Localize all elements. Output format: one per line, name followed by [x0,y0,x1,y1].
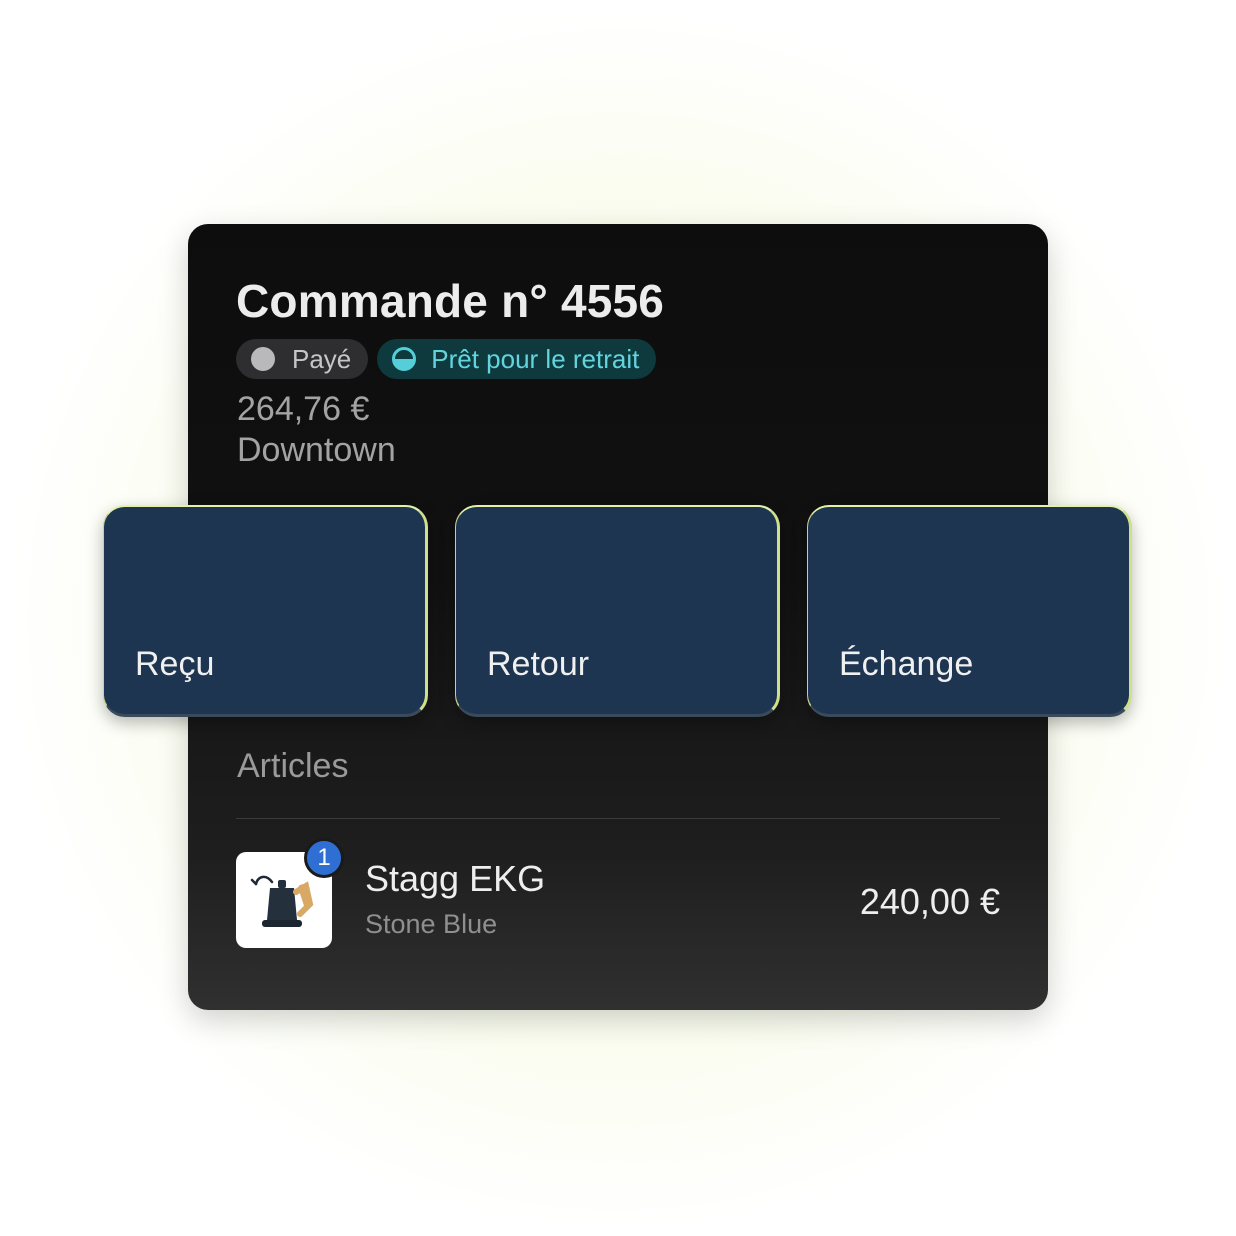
status-badges: Payé Prêt pour le retrait [236,339,657,379]
fulfillment-status-label: Prêt pour le retrait [431,343,640,374]
half-circle-icon [392,347,417,371]
product-variant: Stone Blue [365,909,498,939]
articles-divider [236,818,1000,819]
exchange-button[interactable]: Échange [807,505,1132,717]
quantity-badge: 1 [304,838,344,878]
paid-dot-icon [251,347,275,371]
product-price: 240,00 € [859,881,1000,922]
payment-status-badge: Payé [236,339,369,379]
order-title: Commande n° 4556 [236,275,665,327]
receipt-button[interactable]: Reçu [103,505,428,717]
return-button[interactable]: Retour [455,505,780,717]
receipt-button-label: Reçu [135,645,215,683]
list-item[interactable]: 1 Stagg EKG Stone Blue 240,00 € [236,838,1000,948]
articles-heading: Articles [237,747,349,785]
payment-status-label: Payé [292,343,352,374]
exchange-button-label: Échange [839,645,974,683]
order-total: 264,76 € [237,390,370,428]
order-location: Downtown [237,431,396,469]
product-thumbnail: 1 [236,838,344,948]
product-name: Stagg EKG [365,858,546,899]
return-button-label: Retour [487,645,590,683]
page-background: Commande n° 4556 Payé Prêt pour le retra… [0,0,1236,1236]
fulfillment-status-badge: Prêt pour le retrait [377,339,657,379]
